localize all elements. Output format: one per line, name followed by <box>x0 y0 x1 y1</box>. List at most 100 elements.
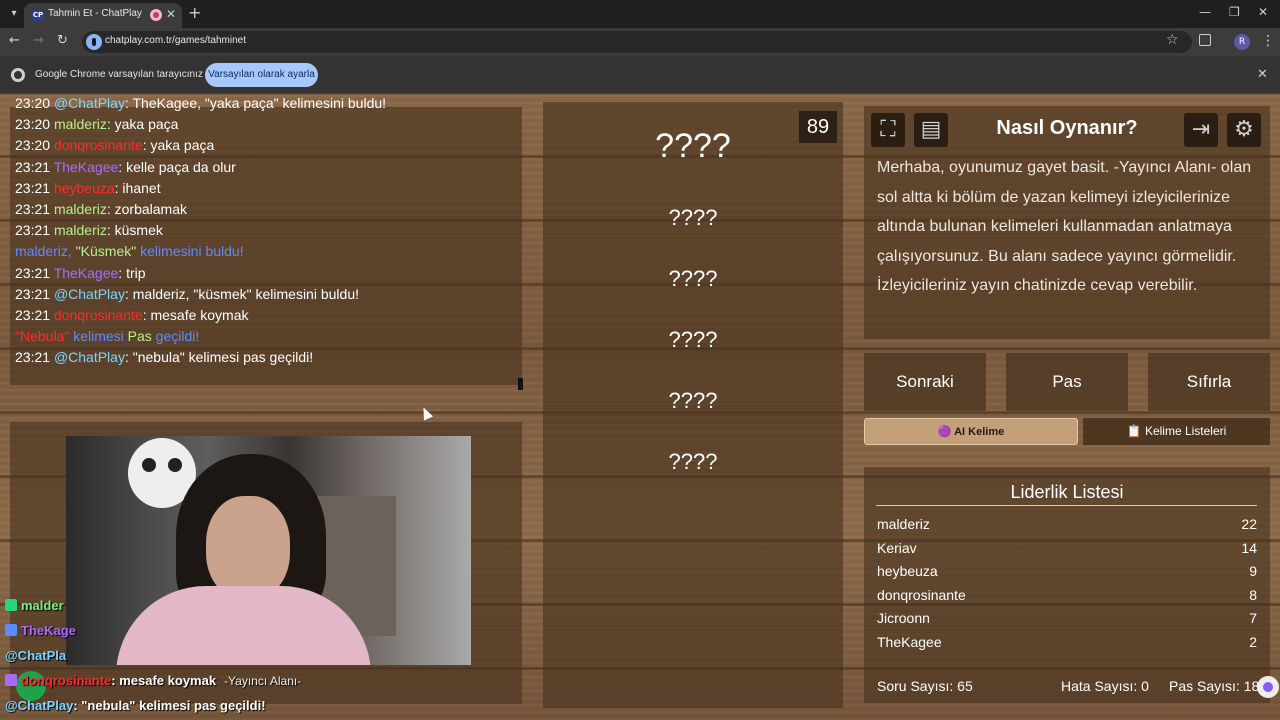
message-time: 23:21 <box>15 179 51 196</box>
streamer-face <box>206 496 290 600</box>
word-lists-tab[interactable]: 📋 Kelime Listeleri <box>1083 418 1270 445</box>
message-time: 23:21 <box>15 307 51 323</box>
question-count-label: Soru Sayısı: <box>877 678 954 694</box>
extensions-icon[interactable] <box>1199 34 1211 46</box>
message-text: : yaka paça <box>142 137 215 154</box>
leaderboard-name: heybeuza <box>877 563 938 579</box>
message-text: : mesafe koymak <box>142 307 249 323</box>
profile-icon[interactable]: R <box>1234 34 1250 50</box>
recording-icon <box>150 9 162 21</box>
message-time: 23:20 <box>15 116 51 133</box>
overlay-area-label: -Yayıncı Alanı- <box>224 674 302 688</box>
leaderboard-score: 22 <box>1241 516 1257 532</box>
error-count-value: 0 <box>1141 678 1149 694</box>
badge-icon <box>5 599 17 611</box>
pass-count: Pas Sayısı: 18 <box>1169 678 1259 694</box>
new-tab-icon[interactable]: + <box>188 4 201 22</box>
infobar-text: Google Chrome varsayılan tarayıcınız değ… <box>35 69 227 80</box>
chat-message: 23:21 @ChatPlay: malderiz, "küsmek" keli… <box>15 286 359 302</box>
message-username[interactable]: TheKagee <box>54 159 119 175</box>
maximize-icon[interactable]: ❐ <box>1229 5 1240 19</box>
overlay-message: : "nebula" kelimesi pas geçildi! <box>73 698 266 713</box>
system-message-text: kelimesi <box>69 328 128 345</box>
minimize-icon[interactable]: — <box>1199 5 1211 19</box>
leaderboard-score: 14 <box>1241 539 1257 556</box>
leaderboard-title: Liderlik Listesi <box>1010 482 1124 502</box>
message-username[interactable]: @ChatPlay <box>54 286 125 302</box>
chat-scrollbar[interactable] <box>518 378 523 390</box>
question-count-value: 65 <box>957 678 973 694</box>
chat-message: 23:21 heybeuza: ihanet <box>15 180 161 196</box>
webcam-feed <box>66 436 471 665</box>
chat-message: 23:21 malderiz: küsmek <box>15 222 163 238</box>
menu-icon[interactable]: ⋮ <box>1261 33 1275 49</box>
message-time: 23:21 <box>15 264 51 281</box>
message-username[interactable]: @ChatPlay <box>54 349 125 365</box>
message-username[interactable]: malderiz <box>54 201 107 217</box>
chrome-icon <box>11 68 25 82</box>
message-username[interactable]: donqrosinante <box>54 137 143 153</box>
pass-button[interactable]: Pas <box>1006 353 1128 411</box>
message-text: : "nebula" kelimesi pas geçildi! <box>124 349 314 366</box>
forbidden-word: ???? <box>668 449 718 474</box>
message-text: : kelle paça da olur <box>118 158 236 175</box>
leaderboard-name: Jicroonn <box>877 610 930 626</box>
chat-message: 23:21 @ChatPlay: "nebula" kelimesi pas g… <box>15 349 313 365</box>
badge-icon <box>5 674 17 686</box>
overlay-chat-line: donqrosinante: mesafe koymak -Yayıncı Ala… <box>5 673 301 688</box>
next-button[interactable]: Sonraki <box>864 353 986 411</box>
overlay-chat-line: TheKage <box>5 623 76 638</box>
site-info-icon[interactable] <box>86 34 102 50</box>
forbidden-word: ???? <box>668 388 718 413</box>
chat-message: 23:20 malderiz: yaka paça <box>15 116 178 132</box>
message-time: 23:21 <box>15 222 51 239</box>
floating-action-icon[interactable] <box>1257 676 1279 698</box>
leaderboard-name: TheKagee <box>877 633 942 650</box>
message-time: 23:20 <box>15 95 51 111</box>
back-icon[interactable]: ← <box>9 33 20 48</box>
window-close-icon[interactable]: ✕ <box>1258 5 1268 19</box>
tab-list-icon[interactable]: ▾ <box>6 6 22 22</box>
message-time: 23:21 <box>15 349 51 366</box>
forward-icon[interactable]: → <box>33 33 44 48</box>
message-username[interactable]: donqrosinante <box>54 307 143 323</box>
leaderboard-score: 7 <box>1249 610 1257 626</box>
leaderboard-name: donqrosinante <box>877 586 966 603</box>
message-time: 23:20 <box>15 137 51 154</box>
overlay-chat-line: malder <box>5 598 64 613</box>
reload-icon[interactable]: ↻ <box>57 33 68 48</box>
chatplay-favicon-icon: CP <box>32 10 44 21</box>
message-time: 23:21 <box>15 158 51 175</box>
message-text: : küsmek <box>106 222 163 239</box>
leaderboard-score: 8 <box>1249 586 1257 603</box>
message-username[interactable]: malderiz <box>54 116 107 132</box>
overlay-username: @ChatPla <box>5 648 67 663</box>
help-title: Nasıl Oynanır? <box>996 117 1138 139</box>
set-default-button[interactable]: Varsayılan olarak ayarla <box>205 63 318 87</box>
browser-tab[interactable]: CP Tahmin Et - ChatPlay ✕ <box>24 3 182 28</box>
message-username[interactable]: TheKagee <box>54 265 119 281</box>
message-text: : zorbalamak <box>106 201 187 217</box>
overlay-username: donqrosinante <box>21 673 112 688</box>
message-username[interactable]: malderiz <box>54 222 107 238</box>
message-text: : ihanet <box>114 179 161 196</box>
reset-button[interactable]: Sıfırla <box>1148 353 1270 411</box>
chat-message: 23:21 donqrosinante: mesafe koymak <box>15 307 249 323</box>
chat-message: 23:20 donqrosinante: yaka paça <box>15 137 214 153</box>
message-time: 23:21 <box>15 285 51 302</box>
tab-title: Tahmin Et - ChatPlay <box>48 8 142 19</box>
close-icon[interactable]: ✕ <box>1257 67 1268 82</box>
system-message-suffix: kelimesini buldu! <box>136 243 244 260</box>
message-username[interactable]: @ChatPlay <box>54 95 125 111</box>
url-text[interactable]: chatplay.com.tr/games/tahminet <box>105 35 246 46</box>
ai-word-tab[interactable]: 🟣 AI Kelime <box>864 418 1078 445</box>
help-text: Merhaba, oyunumuz gayet basit. -Yayıncı … <box>877 159 1252 294</box>
message-username[interactable]: heybeuza <box>54 180 115 196</box>
bookmark-star-icon[interactable]: ☆ <box>1166 32 1179 48</box>
close-icon[interactable]: ✕ <box>166 7 176 21</box>
chat-message: 23:21 malderiz: zorbalamak <box>15 201 187 217</box>
mouse-cursor-icon <box>418 405 434 421</box>
question-count: Soru Sayısı: 65 <box>877 678 973 694</box>
omnibox[interactable]: chatplay.com.tr/games/tahminet <box>82 31 1192 53</box>
system-message-word: "Nebula" <box>15 328 70 345</box>
